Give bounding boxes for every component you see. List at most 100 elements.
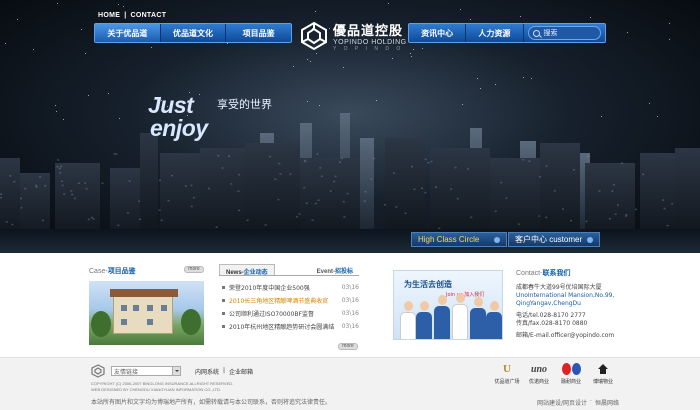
friendly-links-select[interactable]: 友情链接: [111, 366, 181, 376]
star: [310, 60, 312, 62]
join-us-banner[interactable]: 为生活去创造 Join us-加入我们: [393, 270, 503, 340]
building-window: [230, 183, 233, 185]
news-item-date: 03\16: [341, 310, 359, 317]
news-more-label: more: [342, 343, 354, 349]
building-window: [192, 196, 195, 199]
search-box[interactable]: 搜索: [527, 26, 601, 40]
star: [388, 2, 390, 4]
building-window: [92, 218, 95, 220]
news-item[interactable]: 公司顺利通过ISO70000BF监督 03\16: [219, 307, 359, 320]
building-window: [570, 219, 572, 222]
tab-arrow-icon: [587, 236, 593, 243]
partner-rongnai[interactable]: 融耐商业: [556, 362, 586, 385]
staff-photo: [400, 301, 416, 339]
building-window: [545, 165, 548, 167]
news-item[interactable]: 2010长三角地区精酿啤酒节盛典收官 03\16: [219, 294, 359, 307]
home-link[interactable]: HOME: [98, 12, 120, 19]
building-window: [158, 179, 161, 182]
main-nav-left: 关于优品道 优品道文化 项目品鉴: [94, 23, 292, 43]
designer-link[interactable]: 恒晨网络: [595, 398, 619, 407]
building-window: [39, 176, 42, 178]
building-window: [58, 167, 61, 170]
contact-title-lat: Contact-: [516, 270, 543, 277]
building-window: [329, 190, 332, 192]
copyright: COPYRIGHT (C) 2006-2007 BINGLONG INSURAN…: [91, 381, 281, 393]
building-window: [392, 172, 395, 174]
building-window: [562, 208, 564, 210]
building-window: [13, 180, 16, 183]
star: [150, 47, 152, 49]
customer-center-label: 客户中心 customer: [515, 235, 583, 244]
hero-banner: HOME | CONTACT 关于优品道 优品道文化 项目品鉴 優品道控股 YO…: [0, 0, 700, 253]
building-window: [238, 209, 241, 212]
top-links-separator: |: [124, 12, 127, 19]
news-item-date: 03\16: [341, 323, 359, 330]
building-window: [73, 197, 76, 200]
tab-news[interactable]: News-企业动态: [219, 264, 275, 276]
contact-section: Contact-联系我们 成都春牛大道99号优培国际大厦 UnoInternat…: [516, 268, 646, 340]
case-project-image[interactable]: [89, 281, 204, 345]
corporate-email-link[interactable]: 企业邮箱: [229, 367, 253, 376]
contact-link[interactable]: CONTACT: [130, 12, 166, 19]
company-logo[interactable]: 優品道控股 YOPINDO HOLDING Y O P I N D O: [299, 18, 409, 54]
nav-about[interactable]: 关于优品道: [95, 24, 161, 42]
building-window: [317, 199, 320, 201]
building-window: [538, 215, 541, 217]
star: [648, 103, 650, 105]
building-window: [340, 157, 343, 160]
address-cn: 成都春牛大道99号优培国际大厦: [516, 284, 602, 291]
star: [55, 111, 57, 113]
building-window: [621, 162, 624, 164]
building-window: [500, 181, 503, 184]
building-window: [370, 178, 373, 180]
building-window: [413, 188, 416, 191]
partner-yopindo-plaza[interactable]: U 优品道广场: [492, 362, 522, 385]
building-window: [9, 175, 12, 177]
building-window: [128, 180, 131, 182]
star: [306, 59, 308, 61]
building-window: [0, 196, 3, 199]
news-item-title: 荣登2010年度中国企业500强: [229, 285, 310, 292]
star: [118, 4, 120, 6]
case-more-button[interactable]: more: [184, 266, 204, 273]
building-window: [346, 193, 349, 195]
partner-uno[interactable]: uno 优诺商业: [524, 362, 554, 386]
contact-address: 成都春牛大道99号优培国际大厦 UnoInternational Mansion…: [516, 284, 646, 308]
high-class-circle-tab[interactable]: High Class Circle: [411, 232, 507, 247]
building-window: [91, 216, 93, 219]
building-window: [238, 173, 241, 176]
building-window: [611, 190, 614, 192]
news-more-button[interactable]: more: [338, 343, 358, 350]
nav-projects[interactable]: 项目品鉴: [226, 24, 291, 42]
customer-center-tab[interactable]: 客户中心 customer: [508, 232, 600, 247]
search-icon: [532, 29, 540, 37]
contact-email[interactable]: 邮箱/E-mail.officer@yopindo.com: [516, 332, 646, 340]
building-window: [662, 199, 665, 201]
building-window: [85, 188, 88, 190]
nav-hr[interactable]: 人力资源: [466, 24, 524, 42]
footer-links: 内网系统 | 企业邮箱: [195, 367, 253, 376]
tab-event[interactable]: Event-招投标: [311, 264, 359, 275]
building-window: [642, 173, 645, 176]
building-window: [208, 187, 210, 190]
intranet-link[interactable]: 内网系统: [195, 367, 219, 376]
nav-news[interactable]: 资讯中心: [409, 24, 467, 42]
star: [627, 31, 629, 33]
contact-tel: 电话/tel.028-8170 2777: [516, 312, 586, 319]
news-item[interactable]: 荣登2010年度中国企业500强 03\16: [219, 281, 359, 294]
building-window: [246, 219, 249, 222]
star: [80, 29, 82, 31]
star: [480, 88, 482, 90]
web-design-link[interactable]: 网站建设/网页设计: [537, 398, 587, 407]
nav-culture[interactable]: 优品道文化: [161, 24, 227, 42]
star: [107, 92, 109, 94]
building-window: [44, 185, 47, 187]
building-window: [278, 162, 281, 165]
building-window: [435, 186, 437, 188]
building-window: [117, 224, 120, 227]
partner-borui[interactable]: 博瑞物业: [588, 362, 618, 385]
news-item[interactable]: 2010年杭州地区精酿趋势研讨会圆满结 03\16: [219, 320, 359, 333]
building-window: [320, 175, 323, 178]
building-window: [289, 173, 292, 175]
star: [315, 10, 317, 12]
